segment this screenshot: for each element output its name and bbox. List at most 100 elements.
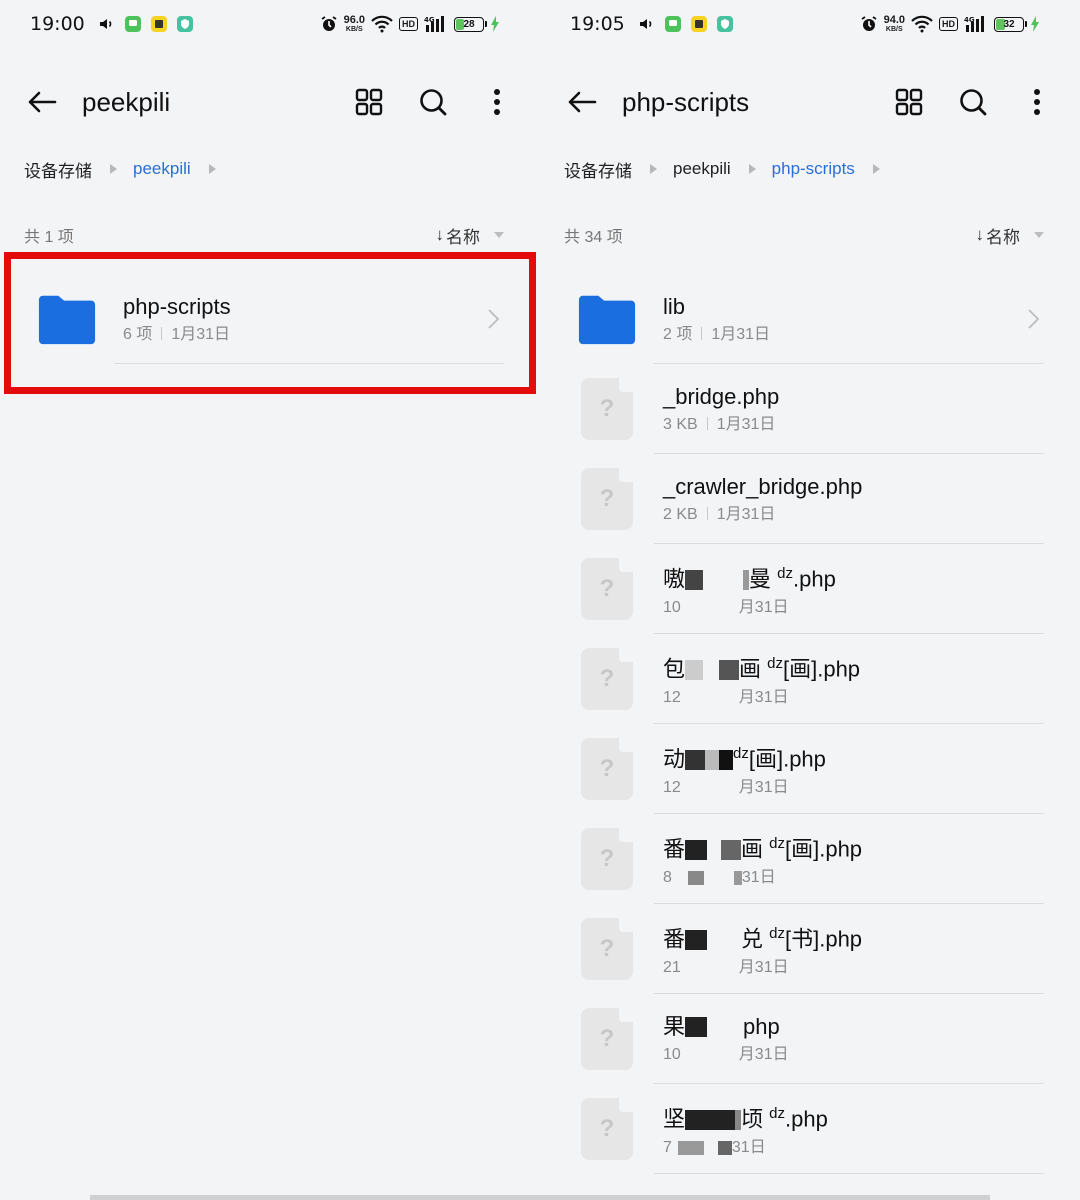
item-details: 3 KB 1月31日 <box>663 416 776 433</box>
redaction <box>685 749 706 770</box>
item-details: 12 月31日 <box>663 688 789 706</box>
breadcrumb-item[interactable]: 设备存储 <box>564 157 632 182</box>
item-name: 番兑 dz[书].php <box>663 925 863 952</box>
sound-icon <box>639 17 655 31</box>
status-bar: 19:05 94.0 KB/S HD 4G 32 <box>570 8 1040 40</box>
arrow-left-icon <box>568 91 597 113</box>
redaction <box>707 929 742 950</box>
search-button[interactable] <box>954 83 992 121</box>
list-item[interactable]: ? _bridge.php 3 KB 1月31日 <box>540 364 1080 454</box>
breadcrumb-separator-icon <box>208 164 216 174</box>
chevron-right-icon <box>488 309 500 329</box>
app-header: peekpili <box>24 76 516 128</box>
folder-icon <box>37 289 97 349</box>
list-item[interactable]: lib 2 项 1月31日 <box>540 274 1080 364</box>
battery-indicator: 32 <box>994 16 1040 32</box>
breadcrumb-separator-icon <box>110 164 117 174</box>
wifi-icon <box>371 15 393 33</box>
redaction <box>703 659 720 680</box>
sort-arrow-icon: ↓ <box>435 225 445 244</box>
grid-view-icon <box>895 88 923 116</box>
item-name: 嗷曼 dz.php <box>663 565 836 592</box>
message-app-icon <box>124 16 141 32</box>
unknown-file-icon: ? <box>577 648 637 710</box>
scroll-indicator <box>90 1195 990 1200</box>
item-name: 果 php <box>663 1014 780 1039</box>
network-speed: 96.0 KB/S <box>343 14 365 34</box>
item-details: 8 31日 <box>663 868 776 886</box>
unknown-file-icon: ? <box>577 468 637 530</box>
redaction <box>707 839 722 860</box>
list-item[interactable]: ? 果 php 10 月31日 <box>540 994 1080 1084</box>
list-item[interactable]: ? 动 dz[画].php 12 月31日 <box>540 724 1080 814</box>
sort-button[interactable]: ↓ 名称 <box>976 223 1044 248</box>
item-name: _bridge.php <box>663 384 780 409</box>
signal-icon: 4G <box>964 15 988 33</box>
back-button[interactable] <box>564 84 600 120</box>
list-item[interactable]: ? 坚顷 dz.php 7 31日 <box>540 1084 1080 1174</box>
redaction <box>703 569 744 590</box>
item-details: 21 月31日 <box>663 958 789 976</box>
hd-badge: HD <box>399 17 418 31</box>
list-item[interactable]: ? _crawler_bridge.php 2 KB 1月31日 <box>540 454 1080 544</box>
redaction <box>685 839 708 860</box>
more-button[interactable] <box>478 83 516 121</box>
caret-down-icon <box>1034 232 1044 238</box>
list-item[interactable]: ? 包画 dz[画].php 12 月31日 <box>540 634 1080 724</box>
signal-icon: 4G <box>424 15 448 33</box>
sound-icon <box>99 17 115 31</box>
redaction <box>705 749 720 770</box>
arrow-left-icon <box>28 91 57 113</box>
search-icon <box>960 89 987 116</box>
alarm-icon <box>320 15 338 33</box>
battery-indicator: 28 <box>454 16 500 32</box>
item-count: 共 34 项 <box>564 229 623 246</box>
redaction <box>707 1017 744 1037</box>
unknown-file-icon: ? <box>577 738 637 800</box>
breadcrumb-separator-icon <box>872 164 880 174</box>
list-item[interactable]: ? 番画 dz[画].php 8 31日 <box>540 814 1080 904</box>
news-app-icon <box>150 16 167 32</box>
back-button[interactable] <box>24 84 60 120</box>
shield-app-icon <box>176 16 193 32</box>
unknown-file-icon: ? <box>577 558 637 620</box>
app-header: php-scripts <box>564 76 1056 128</box>
left-screen: 19:00 96.0 KB/S HD 4G 28 peekpili 设备存储 p… <box>0 0 540 1200</box>
list-item[interactable]: ? 番兑 dz[书].php 21 月31日 <box>540 904 1080 994</box>
search-button[interactable] <box>414 83 452 121</box>
redaction <box>719 749 734 770</box>
item-name: _crawler_bridge.php <box>663 474 863 499</box>
list-item[interactable]: php-scripts 6 项 1月31日 <box>0 274 540 364</box>
sort-button[interactable]: ↓ 名称 <box>435 223 504 248</box>
alarm-icon <box>860 15 878 33</box>
breadcrumb-item[interactable]: peekpili <box>673 159 731 179</box>
item-name: 动 dz[画].php <box>663 745 826 772</box>
unknown-file-icon: ? <box>577 1008 637 1070</box>
hd-badge: HD <box>939 17 958 31</box>
more-vertical-icon <box>1034 89 1040 115</box>
item-name: 番画 dz[画].php <box>663 835 863 862</box>
breadcrumb-item-current[interactable]: peekpili <box>133 159 191 179</box>
list-item[interactable]: ? 嗷曼 dz.php 10 月31日 <box>540 544 1080 634</box>
status-time: 19:00 <box>30 13 85 35</box>
redaction <box>685 569 704 590</box>
grid-view-button[interactable] <box>350 83 388 121</box>
shield-app-icon <box>716 16 733 32</box>
redaction <box>685 1109 736 1130</box>
breadcrumb-item[interactable]: 设备存储 <box>24 157 92 182</box>
charging-icon <box>491 16 499 32</box>
charging-icon <box>1031 16 1039 32</box>
more-vertical-icon <box>494 89 500 115</box>
two-screenshots: 19:00 96.0 KB/S HD 4G 28 peekpili 设备存储 p… <box>0 0 1080 1200</box>
status-time: 19:05 <box>570 13 625 35</box>
item-details: 2 项 1月31日 <box>663 326 771 343</box>
sort-label: 名称 <box>446 227 480 247</box>
breadcrumb-item-current[interactable]: php-scripts <box>772 159 855 179</box>
grid-view-button[interactable] <box>890 83 928 121</box>
more-button[interactable] <box>1018 83 1056 121</box>
news-app-icon <box>690 16 707 32</box>
unknown-file-icon: ? <box>577 828 637 890</box>
page-title: peekpili <box>82 86 171 117</box>
caret-down-icon <box>494 232 504 238</box>
chevron-right-icon <box>1028 309 1040 329</box>
